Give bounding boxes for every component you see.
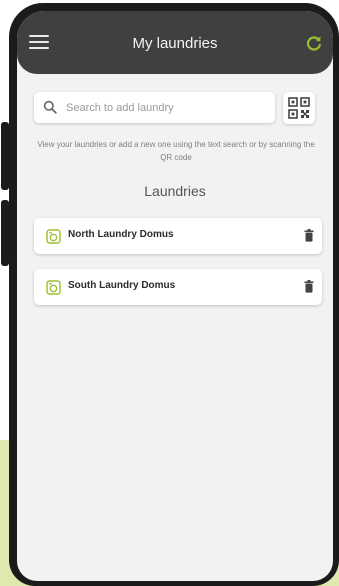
trash-icon[interactable] [304, 229, 314, 242]
search-input[interactable] [64, 96, 268, 120]
laundry-card[interactable]: South Laundry Domus [34, 269, 322, 305]
qr-code-icon [288, 97, 310, 119]
laundry-card[interactable]: North Laundry Domus [34, 218, 322, 254]
phone-side-button [1, 200, 9, 266]
qr-scan-button[interactable] [283, 92, 315, 124]
phone-screen: My laundries View your laundries or add [17, 11, 333, 581]
section-title: Laundries [144, 183, 206, 199]
hint-text: View your laundries or add a new one usi… [37, 140, 315, 162]
washing-machine-icon [46, 280, 61, 295]
trash-icon[interactable] [304, 280, 314, 293]
search-bar [34, 92, 275, 123]
refresh-icon[interactable] [305, 34, 323, 52]
washing-machine-icon [46, 229, 61, 244]
laundry-name: South Laundry Domus [68, 280, 176, 291]
page-title: My laundries [132, 35, 218, 52]
app-header: My laundries [17, 11, 333, 74]
laundry-name: North Laundry Domus [68, 229, 174, 240]
phone-side-button [1, 122, 9, 190]
search-icon [43, 100, 57, 114]
